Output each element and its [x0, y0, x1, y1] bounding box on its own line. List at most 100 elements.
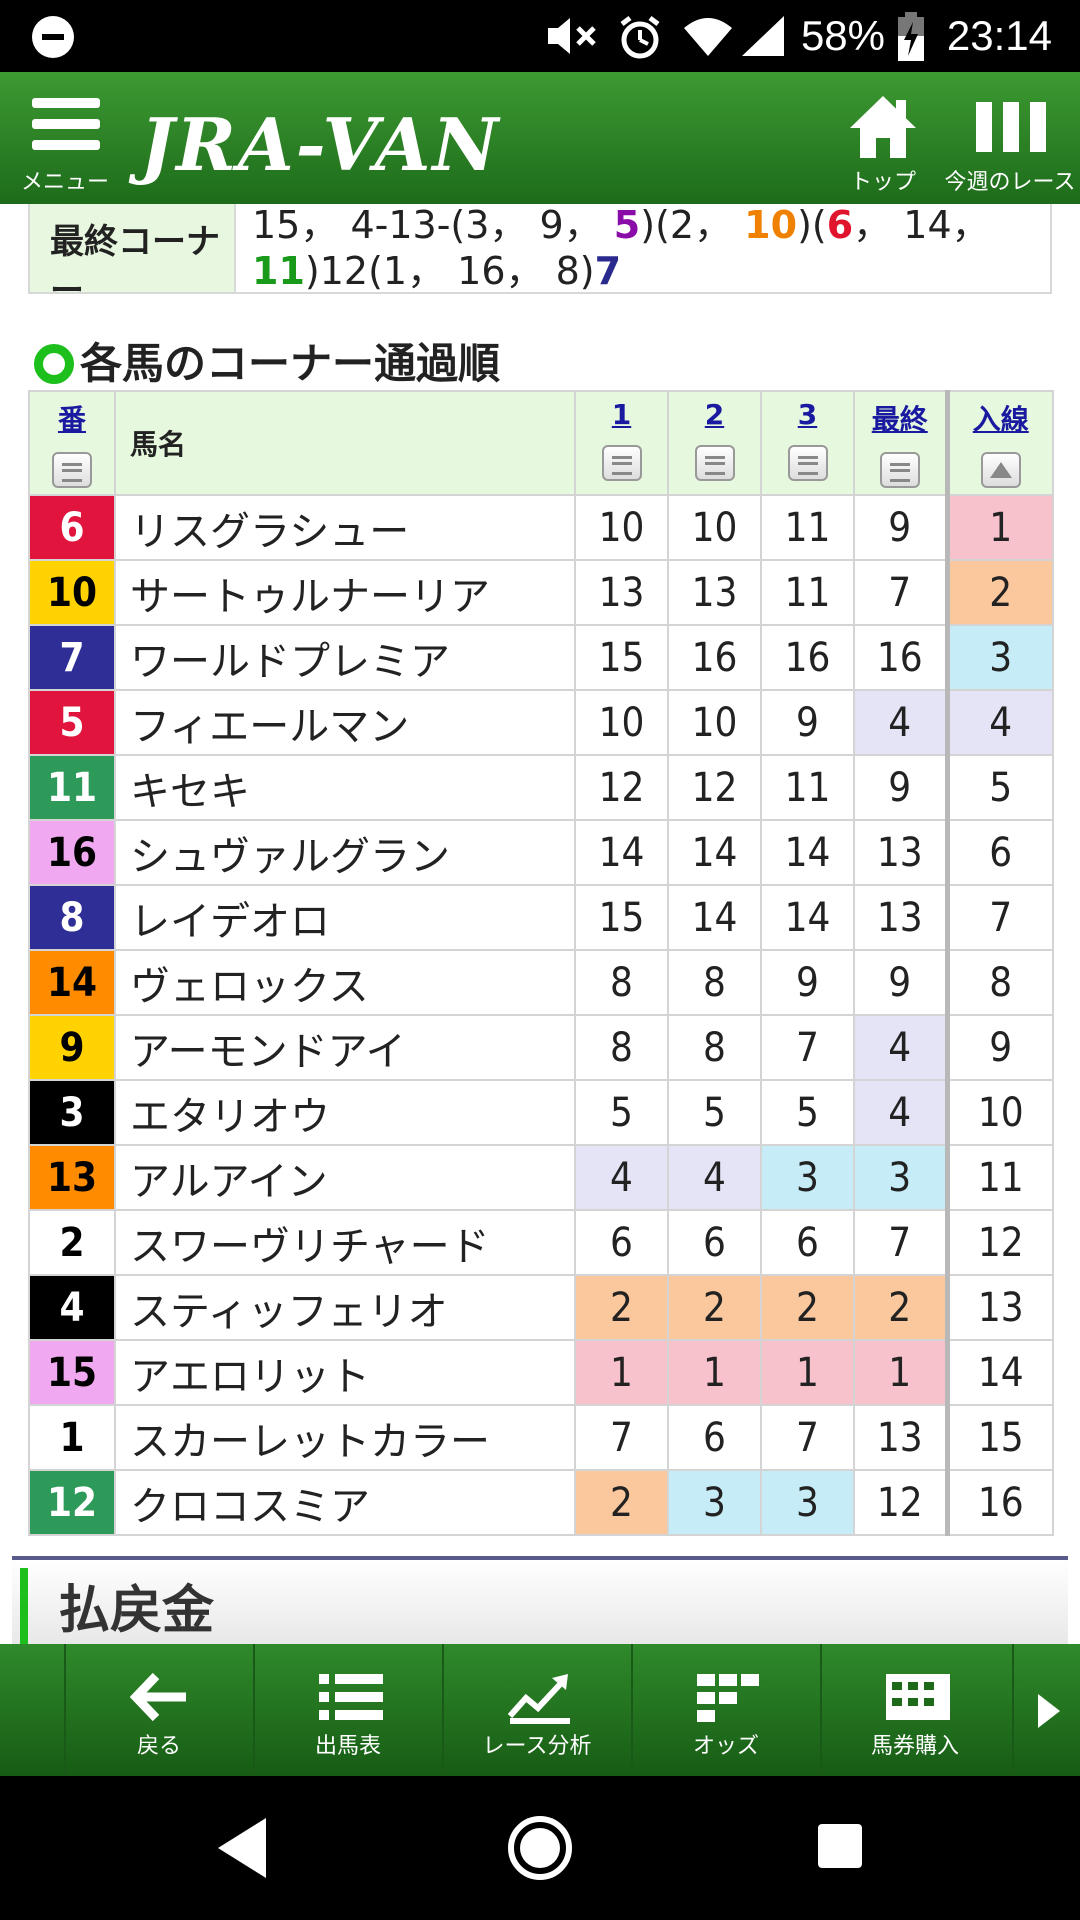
horse-number: 2 — [28, 1209, 116, 1276]
horse-name[interactable]: キセキ — [114, 754, 576, 821]
horse-name[interactable]: ヴェロックス — [114, 949, 576, 1016]
sort-final-corner-button[interactable] — [879, 452, 920, 488]
corner-2-position: 13 — [667, 559, 762, 626]
horse-number: 10 — [28, 559, 116, 626]
corner-3-position: 9 — [760, 689, 855, 756]
corner-2-position: 6 — [667, 1209, 762, 1276]
horse-name[interactable]: ワールドプレミア — [114, 624, 576, 691]
corner-2-position: 4 — [667, 1144, 762, 1211]
header-final-corner: 最終 — [853, 390, 948, 496]
sort-corner-2-button[interactable] — [694, 445, 735, 481]
menu-button[interactable]: メニュー — [10, 72, 120, 204]
sort-by-corner-2-link[interactable]: 2 — [705, 398, 724, 431]
payout-title: 払戻金 — [58, 1581, 215, 1641]
final-corner-position: 7 — [853, 559, 948, 626]
corner-1-position: 8 — [574, 949, 669, 1016]
horse-name[interactable]: サートゥルナーリア — [114, 559, 576, 626]
horse-number: 16 — [28, 819, 116, 886]
horse-name[interactable]: アエロリット — [114, 1339, 576, 1406]
final-corner-order-line2: 11)12(1， 16， 8)7 — [252, 249, 622, 293]
home-button[interactable]: トップ — [838, 72, 928, 204]
horse-name[interactable]: クロコスミア — [114, 1469, 576, 1536]
horse-number: 3 — [28, 1079, 116, 1146]
this-week-races-button[interactable]: 今週のレース — [940, 72, 1080, 204]
corner-3-position: 16 — [760, 624, 855, 691]
horse-name[interactable]: スカーレットカラー — [114, 1404, 576, 1471]
final-corner-position: 16 — [853, 624, 948, 691]
horse-number: 7 — [28, 624, 116, 691]
final-corner-position: 13 — [853, 1404, 948, 1471]
horse-name[interactable]: リスグラシュー — [114, 494, 576, 561]
sort-by-corner-1-link[interactable]: 1 — [612, 398, 631, 431]
corner-3-position: 11 — [760, 559, 855, 626]
nav-back-icon[interactable] — [218, 1818, 266, 1878]
finish-position: 15 — [944, 1404, 1054, 1471]
corner-2-position: 5 — [667, 1079, 762, 1146]
horse-name[interactable]: アーモンドアイ — [114, 1014, 576, 1081]
system-nav-bar — [0, 1776, 1080, 1920]
section-title: 各馬のコーナー通過順 — [34, 330, 500, 391]
finish-position: 3 — [944, 624, 1054, 691]
corner-2-position: 6 — [667, 1404, 762, 1471]
menu-label: メニュー — [20, 170, 109, 195]
horse-number: 4 — [28, 1274, 116, 1341]
corner-3-position: 11 — [760, 494, 855, 561]
header-number: 番 — [28, 390, 116, 496]
home-icon — [850, 96, 916, 158]
final-corner-position: 9 — [853, 754, 948, 821]
back-button[interactable]: 戻る — [64, 1644, 252, 1776]
final-corner-position: 13 — [853, 819, 948, 886]
table-row: 5 フィエールマン 10 10 9 4 4 — [28, 689, 1054, 756]
finish-position: 1 — [944, 494, 1054, 561]
finish-position: 5 — [944, 754, 1054, 821]
finish-position: 10 — [944, 1079, 1054, 1146]
jra-van-logo[interactable]: JRA-VAN — [140, 102, 500, 187]
sort-corner-1-button[interactable] — [601, 445, 642, 481]
odds-label: オッズ — [692, 1734, 759, 1759]
sort-number-button[interactable] — [52, 452, 92, 488]
corner-3-position: 7 — [760, 1404, 855, 1471]
corner-1-position: 2 — [574, 1274, 669, 1341]
horse-name[interactable]: シュヴァルグラン — [114, 819, 576, 886]
horse-name[interactable]: スティッフェリオ — [114, 1274, 576, 1341]
horse-name[interactable]: エタリオウ — [114, 1079, 576, 1146]
corner-1-position: 8 — [574, 1014, 669, 1081]
bet-purchase-label: 馬券購入 — [870, 1734, 959, 1759]
finish-position: 4 — [944, 689, 1054, 756]
finish-position: 8 — [944, 949, 1054, 1016]
corner-1-position: 10 — [574, 689, 669, 756]
corner-2-position: 12 — [667, 754, 762, 821]
horse-name[interactable]: フィエールマン — [114, 689, 576, 756]
sort-by-final-corner-link[interactable]: 最終 — [872, 403, 928, 436]
odds-button[interactable]: オッズ — [631, 1644, 819, 1776]
finish-position: 2 — [944, 559, 1054, 626]
table-row: 12 クロコスミア 2 3 3 12 16 — [28, 1469, 1054, 1536]
sort-by-finish-link[interactable]: 入線 — [973, 403, 1029, 436]
sort-by-corner-3-link[interactable]: 3 — [798, 398, 817, 431]
horse-name[interactable]: レイデオロ — [114, 884, 576, 951]
chart-icon — [508, 1674, 570, 1724]
nav-home-icon[interactable] — [508, 1816, 572, 1880]
battery-percent: 58% — [800, 12, 885, 59]
corner-2-position: 10 — [667, 494, 762, 561]
corner-1-position: 15 — [574, 884, 669, 951]
horse-name[interactable]: アルアイン — [114, 1144, 576, 1211]
corner-1-position: 15 — [574, 624, 669, 691]
corner-1-position: 7 — [574, 1404, 669, 1471]
nav-recents-icon[interactable] — [818, 1824, 862, 1868]
corner-3-position: 6 — [760, 1209, 855, 1276]
bet-purchase-button[interactable]: 馬券購入 — [820, 1644, 1008, 1776]
corner-2-position: 10 — [667, 689, 762, 756]
race-analysis-button[interactable]: レース分析 — [442, 1644, 630, 1776]
toolbar-next-arrow[interactable] — [1012, 1644, 1080, 1776]
sort-corner-3-button[interactable] — [787, 445, 828, 481]
entries-button[interactable]: 出馬表 — [253, 1644, 441, 1776]
corner-1-position: 14 — [574, 819, 669, 886]
corner-3-position: 7 — [760, 1014, 855, 1081]
corner-1-position: 2 — [574, 1469, 669, 1536]
sort-by-number-link[interactable]: 番 — [58, 403, 86, 436]
sort-finish-ascending-button[interactable] — [980, 452, 1021, 488]
corner-3-position: 14 — [760, 884, 855, 951]
horse-name[interactable]: スワーヴリチャード — [114, 1209, 576, 1276]
alarm-icon — [620, 16, 660, 59]
